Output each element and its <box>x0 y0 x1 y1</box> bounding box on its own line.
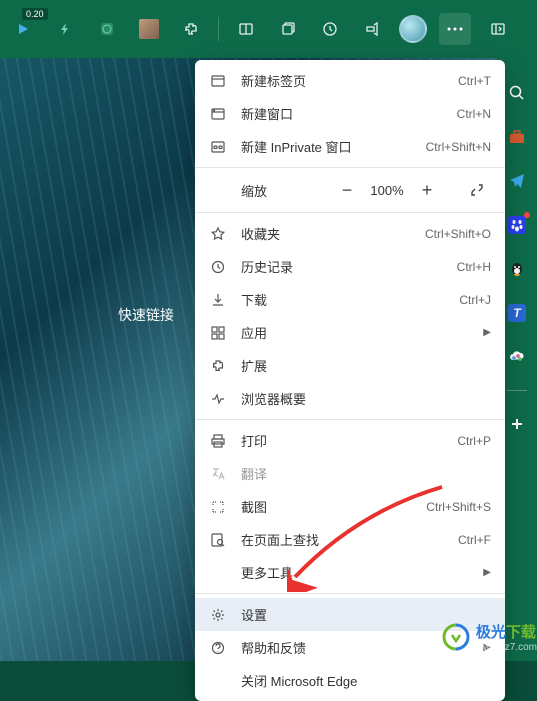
search-icon[interactable] <box>506 82 528 104</box>
app-icon[interactable] <box>92 14 122 44</box>
inprivate-icon <box>209 138 227 156</box>
menu-find[interactable]: 在页面上查找 Ctrl+F <box>195 523 505 556</box>
zoom-controls: 缩放 − 100% + <box>195 172 505 208</box>
apps-grid-icon <box>209 324 227 342</box>
screenshot-icon <box>209 498 227 516</box>
history-clock-icon[interactable] <box>315 14 345 44</box>
menu-shortcut: Ctrl+N <box>457 107 491 121</box>
zoom-value: 100% <box>369 183 405 198</box>
extensions-puzzle-icon[interactable] <box>176 14 206 44</box>
watermark-text-2: 下载 <box>506 624 536 641</box>
menu-label: 帮助和反馈 <box>241 638 469 657</box>
menu-shortcut: Ctrl+F <box>458 533 491 547</box>
translate-icon <box>209 465 227 483</box>
user-avatar-icon[interactable] <box>134 14 164 44</box>
more-menu-button[interactable] <box>439 13 471 45</box>
menu-shortcut: Ctrl+P <box>457 434 491 448</box>
watermark: 极光下载 www.xz7.com <box>440 621 537 653</box>
menu-label: 新建 InPrivate 窗口 <box>241 137 412 156</box>
menu-print[interactable]: 打印 Ctrl+P <box>195 424 505 457</box>
blank-icon <box>209 672 227 690</box>
menu-label: 应用 <box>241 323 469 342</box>
menu-apps[interactable]: 应用 ▶ <box>195 316 505 349</box>
new-window-icon <box>209 105 227 123</box>
menu-new-window[interactable]: 新建窗口 Ctrl+N <box>195 97 505 130</box>
print-icon <box>209 432 227 450</box>
menu-separator <box>195 212 505 213</box>
menu-favorites[interactable]: 收藏夹 Ctrl+Shift+O <box>195 217 505 250</box>
menu-shortcut: Ctrl+Shift+S <box>426 500 491 514</box>
puzzle-icon <box>209 357 227 375</box>
menu-label: 翻译 <box>241 464 491 483</box>
zoom-out-button[interactable]: − <box>333 176 361 204</box>
menu-label: 收藏夹 <box>241 224 411 243</box>
settings-menu: 新建标签页 Ctrl+T 新建窗口 Ctrl+N 新建 InPrivate 窗口… <box>195 60 505 701</box>
menu-shortcut: Ctrl+Shift+O <box>425 227 491 241</box>
share-icon[interactable] <box>357 14 387 44</box>
menu-translate: 翻译 <box>195 457 505 490</box>
download-icon <box>209 291 227 309</box>
menu-extensions[interactable]: 扩展 <box>195 349 505 382</box>
baidu-icon[interactable] <box>506 214 528 236</box>
menu-label: 打印 <box>241 431 443 450</box>
sidebar-toggle-icon[interactable] <box>231 14 261 44</box>
menu-separator <box>195 167 505 168</box>
menu-shortcut: Ctrl+H <box>457 260 491 274</box>
new-tab-icon <box>209 72 227 90</box>
menu-downloads[interactable]: 下载 Ctrl+J <box>195 283 505 316</box>
menu-label: 浏览器概要 <box>241 389 491 408</box>
watermark-url: www.xz7.com <box>476 642 537 653</box>
app-t-icon[interactable]: T <box>506 302 528 324</box>
find-icon <box>209 531 227 549</box>
clock-icon <box>209 258 227 276</box>
watermark-text-1: 极光 <box>476 624 506 641</box>
profile-avatar[interactable] <box>399 15 427 43</box>
menu-screenshot[interactable]: 截图 Ctrl+Shift+S <box>195 490 505 523</box>
play-icon[interactable] <box>8 14 38 44</box>
menu-history[interactable]: 历史记录 Ctrl+H <box>195 250 505 283</box>
menu-label: 截图 <box>241 497 412 516</box>
menu-new-tab[interactable]: 新建标签页 Ctrl+T <box>195 64 505 97</box>
qq-icon[interactable] <box>506 258 528 280</box>
add-button[interactable] <box>506 413 528 435</box>
menu-performance[interactable]: 浏览器概要 <box>195 382 505 415</box>
star-icon <box>209 225 227 243</box>
telegram-icon[interactable] <box>506 170 528 192</box>
performance-icon <box>209 390 227 408</box>
browser-toolbar: 0.20 <box>0 0 537 58</box>
zoom-label: 缩放 <box>241 181 267 200</box>
lightning-icon[interactable] <box>50 14 80 44</box>
menu-label: 关闭 Microsoft Edge <box>241 671 491 690</box>
menu-label: 新建标签页 <box>241 71 444 90</box>
watermark-logo-icon <box>440 621 472 653</box>
menu-separator <box>195 419 505 420</box>
help-icon <box>209 639 227 657</box>
gear-icon <box>209 606 227 624</box>
menu-more-tools[interactable]: 更多工具 ▶ <box>195 556 505 589</box>
menu-shortcut: Ctrl+Shift+N <box>426 140 491 154</box>
menu-close-edge[interactable]: 关闭 Microsoft Edge <box>195 664 505 697</box>
menu-shortcut: Ctrl+T <box>458 74 491 88</box>
menu-label: 在页面上查找 <box>241 530 444 549</box>
collections-icon[interactable] <box>273 14 303 44</box>
blank-icon <box>209 564 227 582</box>
menu-label: 历史记录 <box>241 257 443 276</box>
fullscreen-button[interactable] <box>463 176 491 204</box>
menu-label: 扩展 <box>241 356 491 375</box>
cloud-icon[interactable] <box>506 346 528 368</box>
chevron-right-icon: ▶ <box>483 327 491 338</box>
menu-label: 更多工具 <box>241 563 469 582</box>
panel-collapse-icon[interactable] <box>483 14 513 44</box>
menu-label: 下载 <box>241 290 445 309</box>
briefcase-icon[interactable] <box>506 126 528 148</box>
chevron-right-icon: ▶ <box>483 567 491 578</box>
quick-links-label: 快速链接 <box>118 305 174 325</box>
menu-separator <box>195 593 505 594</box>
menu-new-inprivate[interactable]: 新建 InPrivate 窗口 Ctrl+Shift+N <box>195 130 505 163</box>
menu-label: 新建窗口 <box>241 104 443 123</box>
menu-shortcut: Ctrl+J <box>459 293 491 307</box>
zoom-in-button[interactable]: + <box>413 176 441 204</box>
